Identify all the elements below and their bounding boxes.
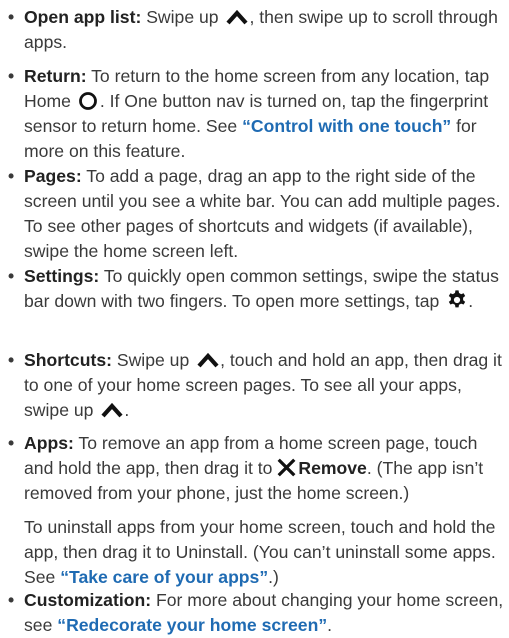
chevron-up-icon xyxy=(100,402,124,418)
close-x-icon xyxy=(277,458,296,477)
term-label: Return: xyxy=(24,66,87,86)
body-text: . xyxy=(124,400,130,420)
body-text: . xyxy=(327,615,333,635)
term-label: Shortcuts: xyxy=(24,350,112,370)
bullet-dot: • xyxy=(8,7,15,27)
bullet-dot: • xyxy=(8,266,15,286)
link-take-care-of-your-apps[interactable]: “Take care of your apps” xyxy=(60,567,268,587)
link-control-with-one-touch[interactable]: “Control with one touch” xyxy=(242,116,451,136)
chevron-up-icon xyxy=(196,352,220,368)
term-label: Customization: xyxy=(24,590,152,610)
bullet-dot: • xyxy=(8,66,15,86)
bullet-dot: • xyxy=(8,350,15,370)
body-text: .) xyxy=(268,567,279,587)
term-label: Pages: xyxy=(24,166,82,186)
body-text: Swipe up xyxy=(111,350,195,370)
bullet-dot: • xyxy=(8,433,15,453)
remove-label: Remove xyxy=(298,458,367,478)
term-label: Settings: xyxy=(24,266,100,286)
gear-icon xyxy=(446,289,468,311)
bullet-dot: • xyxy=(8,590,15,610)
term-label: Open app list: xyxy=(24,7,142,27)
bullet-dot: • xyxy=(8,166,15,186)
body-text: . xyxy=(468,291,474,311)
circle-home-icon xyxy=(78,91,98,111)
term-label: Apps: xyxy=(24,433,74,453)
chevron-up-icon xyxy=(225,9,249,25)
body-text: Swipe up xyxy=(141,7,224,27)
uninstall-paragraph: To uninstall apps from your home screen,… xyxy=(24,515,504,590)
link-redecorate-your-home-screen[interactable]: “Redecorate your home screen” xyxy=(57,615,327,635)
body-text: To add a page, drag an app to the right … xyxy=(24,166,501,261)
